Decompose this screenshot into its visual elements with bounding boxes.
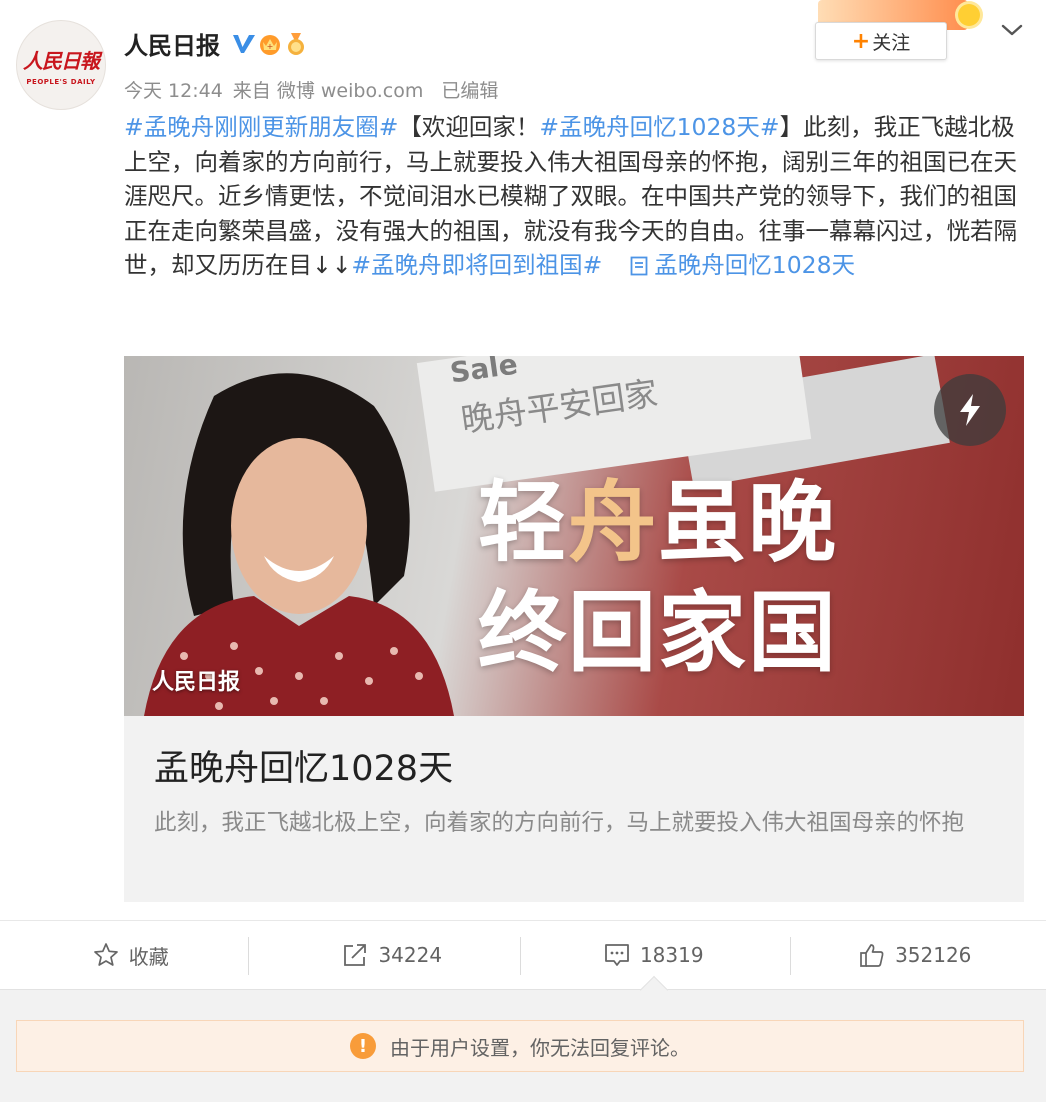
verified-v-icon[interactable] [232, 33, 256, 55]
post-source: 来自 微博 weibo.com [232, 80, 424, 102]
plus-icon: + [851, 28, 871, 54]
article-description: 此刻，我正飞越北极上空，向着家的方向前行，马上就要投入伟大祖国母亲的怀抱 [154, 810, 965, 836]
cover-source-label: 人民日报 [152, 670, 241, 695]
like-count: 352126 [895, 943, 972, 967]
action-separator [248, 937, 249, 975]
follow-button-label: 关注 [872, 31, 911, 54]
person-photo [144, 373, 454, 716]
repost-button[interactable]: 34224 [262, 921, 524, 989]
edited-label[interactable]: 已编辑 [441, 76, 498, 103]
post-text-segment: 【欢迎回家！ [398, 113, 540, 141]
author-line: 人民日报 + [124, 26, 308, 61]
cover-headline-part: 舟 [568, 470, 659, 574]
reply-restricted-notice: ! 由于用户设置，你无法回复评论。 [16, 1020, 1024, 1072]
avatar-logo-subtext: PEOPLE'S DAILY [26, 77, 96, 86]
author-name[interactable]: 人民日报 [124, 26, 220, 61]
article-link-icon[interactable] [630, 256, 648, 276]
svg-text:+: + [267, 42, 274, 51]
article-link[interactable]: 孟晚舟回忆1028天 [654, 251, 855, 279]
post-time[interactable]: 今天 12:44 [124, 76, 223, 103]
warning-icon: ! [350, 1033, 376, 1059]
author-avatar[interactable]: 人民日報 PEOPLE'S DAILY [16, 20, 106, 110]
notice-text: 由于用户设置，你无法回复评论。 [390, 1035, 690, 1060]
topic-link[interactable]: #孟晚舟刚刚更新朋友圈# [124, 113, 398, 141]
star-icon [93, 943, 118, 966]
crown-badge-icon[interactable]: + [258, 32, 282, 56]
chevron-down-icon[interactable] [1000, 18, 1024, 42]
like-button[interactable]: 352126 [785, 921, 1046, 989]
topic-link[interactable]: #孟晚舟回忆1028天# [539, 113, 779, 141]
favorite-label: 收藏 [128, 944, 169, 969]
cover-headline-part: 虽晚 [658, 470, 839, 574]
comment-icon [605, 944, 629, 966]
avatar-logo-text: 人民日報 [23, 48, 100, 73]
post-text: #孟晚舟刚刚更新朋友圈#【欢迎回家！#孟晚舟回忆1028天#】此刻，我正飞越北极… [124, 110, 1024, 283]
lightning-button[interactable] [934, 374, 1006, 446]
weibo-post: 人民日報 PEOPLE'S DAILY 人民日报 + + 关注 今天 12:44… [0, 0, 1046, 920]
share-icon [344, 944, 367, 966]
repost-count: 34224 [378, 943, 443, 967]
article-title[interactable]: 孟晚舟回忆1028天 [154, 740, 453, 791]
medal-badge-icon[interactable] [284, 32, 308, 56]
article-card[interactable]: Sale 晚舟平安回家 轻舟虽晚 终回家国 人民日报 孟晚舟回忆1028天 此刻… [124, 356, 1024, 902]
follow-button[interactable]: + 关注 [815, 22, 947, 60]
post-meta: 今天 12:44 来自 微博 weibo.com 已编辑 [124, 76, 508, 103]
action-bar: 收藏 34224 18319 352126 [0, 921, 1046, 989]
article-cover-image[interactable]: Sale 晚舟平安回家 轻舟虽晚 终回家国 人民日报 [124, 356, 1024, 716]
action-separator [790, 937, 791, 975]
sun-icon [958, 4, 980, 26]
thumbs-up-icon [860, 944, 884, 967]
action-separator [520, 937, 521, 975]
comment-count: 18319 [639, 943, 704, 967]
cover-headline-part: 轻 [478, 470, 569, 574]
cover-headline-line1: 轻舟虽晚 [478, 452, 838, 579]
topic-link[interactable]: #孟晚舟即将回到祖国# [351, 251, 602, 279]
cover-headline-line2: 终回家国 [478, 580, 839, 684]
favorite-button[interactable]: 收藏 [0, 921, 262, 989]
lightning-icon [960, 394, 980, 426]
